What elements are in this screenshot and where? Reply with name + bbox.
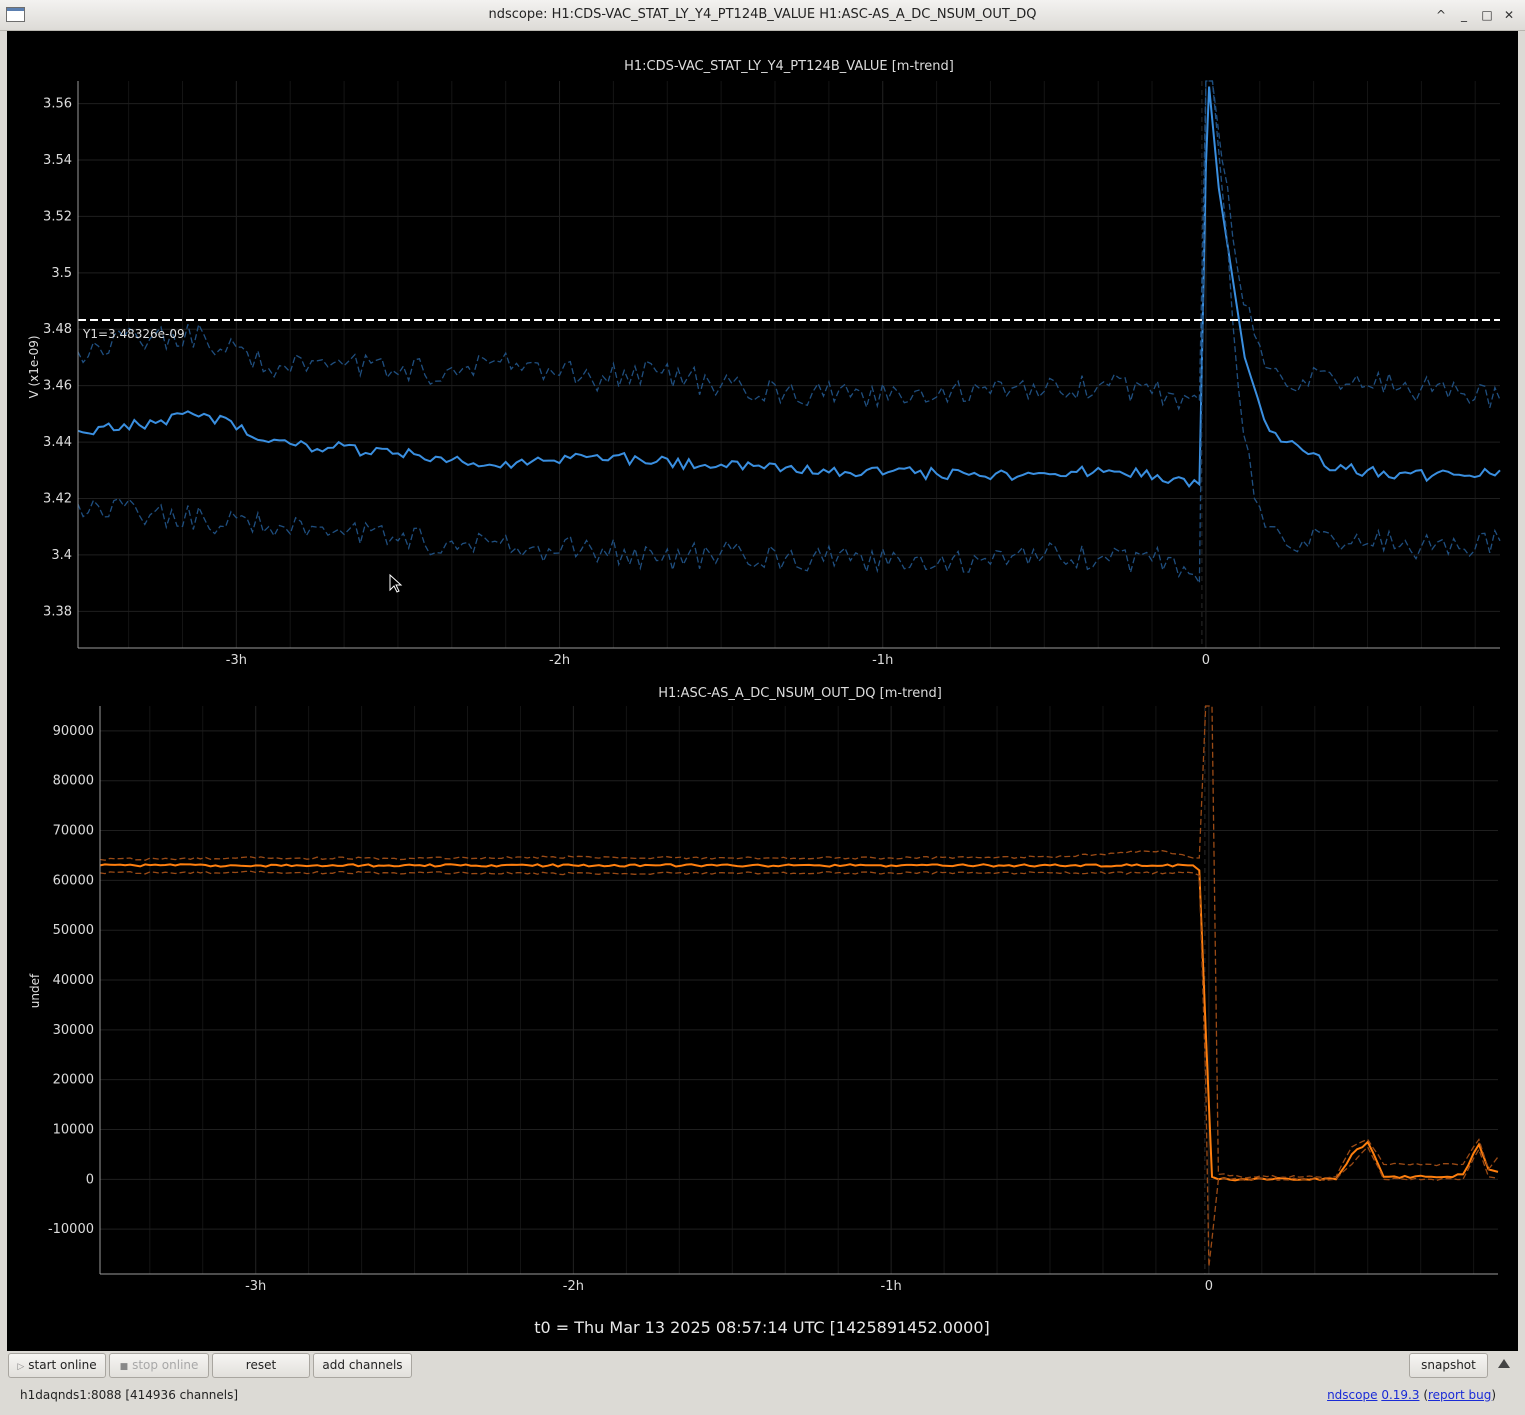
t0-label: t0 = Thu Mar 13 2025 08:57:14 UTC [14258… (534, 1318, 990, 1337)
reset-button[interactable]: reset (212, 1353, 310, 1378)
x-tick-label: 0 (1202, 653, 1210, 668)
mouse-pointer-icon (389, 573, 403, 593)
x-tick-label: -2h (549, 653, 570, 668)
plots-svg[interactable]: H1:CDS-VAC_STAT_LY_Y4_PT124B_VALUE [m-tr… (7, 31, 1518, 1351)
minimize-icon[interactable]: _ (1455, 6, 1473, 24)
x-tick-label: -3h (245, 1279, 266, 1294)
y-tick-label: 80000 (53, 774, 94, 789)
version-link[interactable]: 0.19.3 (1381, 1388, 1419, 1402)
series-min-line (77, 80, 1501, 586)
y-tick-label: -10000 (48, 1222, 94, 1237)
y-tick-label: 10000 (53, 1123, 94, 1138)
y-tick-label: 3.42 (43, 491, 72, 506)
bottom-plot-ylabel: undef (28, 973, 42, 1008)
keep-above-icon[interactable]: ^ (1432, 6, 1450, 24)
y-tick-label: 3.54 (43, 153, 72, 168)
bottom-plot[interactable]: H1:ASC-AS_A_DC_NSUM_OUT_DQ [m-trend] und… (28, 686, 1499, 1294)
top-plot-series (77, 80, 1501, 586)
y-tick-label: 30000 (53, 1023, 94, 1038)
add-channels-button[interactable]: add channels (313, 1353, 412, 1378)
y-tick-label: 90000 (53, 724, 94, 739)
x-tick-label: -1h (872, 653, 893, 668)
series-mean-line (99, 863, 1499, 1182)
close-icon[interactable]: ✕ (1500, 6, 1518, 24)
window-title: ndscope: H1:CDS-VAC_STAT_LY_Y4_PT124B_VA… (488, 7, 1037, 22)
top-plot-grid (78, 81, 1500, 648)
y-tick-label: 50000 (53, 923, 94, 938)
top-plot[interactable]: H1:CDS-VAC_STAT_LY_Y4_PT124B_VALUE [m-tr… (27, 59, 1501, 668)
report-bug-link[interactable]: report bug (1428, 1388, 1491, 1402)
ndscope-link[interactable]: ndscope (1327, 1388, 1377, 1402)
x-tick-label: -2h (563, 1279, 584, 1294)
series-mean-line (77, 86, 1501, 488)
series-max-line (99, 705, 1499, 1179)
bottom-plot-axes: -3h -2h -1h 0 -10000 0 10000 20000 30000 40000 500… (48, 706, 1498, 1294)
start-online-button[interactable]: ▷ start online (8, 1353, 106, 1378)
window-titlebar: ndscope: H1:CDS-VAC_STAT_LY_Y4_PT124B_VA… (0, 0, 1525, 31)
series-max-line (77, 80, 1501, 411)
y-tick-label: 3.46 (43, 379, 72, 394)
y-tick-label: 0 (86, 1172, 94, 1187)
bottom-plot-grid (100, 706, 1498, 1274)
y-tick-label: 3.52 (43, 209, 72, 224)
bottom-plot-title: H1:ASC-AS_A_DC_NSUM_OUT_DQ [m-trend] (658, 686, 942, 701)
maximize-icon[interactable]: □ (1478, 6, 1496, 24)
snapshot-button[interactable]: snapshot (1409, 1353, 1488, 1378)
top-plot-ylabel: V (x1e-09) (27, 335, 41, 398)
y-tick-label: 60000 (53, 873, 94, 888)
y-tick-label: 40000 (53, 973, 94, 988)
y-tick-label: 3.44 (43, 435, 72, 450)
y-tick-label: 3.5 (51, 266, 72, 281)
play-icon: ▷ (17, 1362, 25, 1372)
x-tick-label: -1h (881, 1279, 902, 1294)
y-tick-label: 70000 (53, 824, 94, 839)
y-tick-label: 3.4 (51, 548, 72, 563)
stop-icon: ■ (119, 1362, 129, 1372)
x-tick-label: -3h (226, 653, 247, 668)
y-tick-label: 3.48 (43, 322, 72, 337)
y-tick-label: 3.38 (43, 604, 72, 619)
top-plot-cursor[interactable]: Y1=3.48326e-09 (78, 319, 1500, 341)
top-plot-axes: -3h -2h -1h 0 3.38 3.4 3.42 3.44 3.46 3.48 3.5 3.52… (43, 81, 1500, 668)
top-plot-title: H1:CDS-VAC_STAT_LY_Y4_PT124B_VALUE [m-tr… (624, 59, 954, 74)
server-status: h1daqnds1:8088 [414936 channels] (20, 1388, 239, 1402)
y-tick-label: 20000 (53, 1073, 94, 1088)
y-tick-label: 3.56 (43, 97, 72, 112)
x-tick-label: 0 (1205, 1279, 1213, 1294)
cursor-label: Y1=3.48326e-09 (82, 327, 185, 341)
stop-online-button[interactable]: ■ stop online (109, 1353, 209, 1378)
plot-area: H1:CDS-VAC_STAT_LY_Y4_PT124B_VALUE [m-tr… (7, 31, 1518, 1351)
expand-panel-icon[interactable] (1498, 1359, 1510, 1368)
version-info: ndscope 0.19.3 (report bug) (1327, 1388, 1496, 1402)
bottom-plot-series (99, 705, 1499, 1267)
